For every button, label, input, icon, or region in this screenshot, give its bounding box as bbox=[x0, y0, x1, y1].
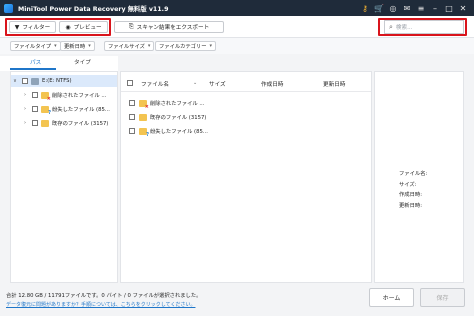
footer: 合計 12.80 GB / 11791ファイルです。0 バイト / 0 ファイル… bbox=[0, 283, 474, 316]
tree-node-drive[interactable]: ∨ E:(E: NTFS) bbox=[11, 75, 117, 87]
preview-size-label: サイズ: bbox=[399, 182, 417, 188]
row-checkbox[interactable] bbox=[129, 114, 135, 120]
tree-node-label: 紛失したファイル (85... bbox=[52, 107, 110, 113]
preview-button[interactable]: ◉ プレビュー bbox=[59, 21, 108, 33]
tree-node-label: E:(E: NTFS) bbox=[42, 78, 72, 84]
column-size[interactable]: サイズ bbox=[209, 80, 226, 88]
file-list-header: ファイル名 ⌄ サイズ 作成日時 更新日時 bbox=[121, 72, 371, 92]
chevron-right-icon[interactable]: › bbox=[21, 120, 29, 126]
file-size-label: ファイルサイズ bbox=[108, 44, 145, 50]
preview-created-label: 作成日時: bbox=[399, 192, 422, 198]
title-bar: MiniTool Power Data Recovery 無料版 v11.9 ⚷… bbox=[0, 0, 474, 16]
file-category-dropdown[interactable]: ファイルカテゴリー ▾ bbox=[155, 41, 217, 51]
eye-icon: ◉ bbox=[65, 23, 71, 31]
chevron-right-icon[interactable]: › bbox=[21, 106, 29, 112]
cart-icon[interactable]: 🛒 bbox=[372, 0, 386, 16]
folder-icon bbox=[41, 119, 49, 127]
mail-icon[interactable]: ✉ bbox=[400, 0, 414, 16]
folder-tree: ∨ E:(E: NTFS) › 削除されたファイル ... › 紛失したファイル… bbox=[10, 71, 118, 283]
active-tab-indicator bbox=[10, 68, 56, 70]
chevron-down-icon: ▾ bbox=[209, 43, 213, 49]
search-icon: ⌕ bbox=[389, 22, 393, 31]
list-item[interactable]: 紛失したファイル (85... bbox=[127, 125, 208, 138]
select-all-checkbox[interactable] bbox=[127, 80, 133, 86]
tree-node-label: 既存のファイル (3157) bbox=[52, 121, 109, 127]
sort-icon[interactable]: ⌄ bbox=[193, 80, 197, 86]
modified-date-dropdown[interactable]: 更新日時 ▾ bbox=[60, 41, 95, 51]
lost-folder-icon bbox=[139, 127, 149, 138]
tree-checkbox[interactable] bbox=[32, 92, 38, 98]
deleted-folder-icon bbox=[41, 91, 51, 102]
row-checkbox[interactable] bbox=[129, 100, 135, 106]
search-placeholder: 検索... bbox=[395, 25, 413, 31]
toolbar: ▼ フィルター ◉ プレビュー ⎘ スキャン結果をエクスポート ⌕ 検索... bbox=[0, 16, 474, 38]
tree-node-deleted[interactable]: › 削除されたファイル ... bbox=[21, 89, 107, 102]
column-name[interactable]: ファイル名 bbox=[141, 80, 169, 88]
funnel-icon: ▼ bbox=[14, 23, 20, 31]
key-icon[interactable]: ⚷ bbox=[358, 0, 372, 16]
export-results-button[interactable]: ⎘ スキャン結果をエクスポート bbox=[114, 21, 224, 33]
tab-path[interactable]: パス bbox=[30, 58, 41, 66]
list-item-label: 紛失したファイル (85... bbox=[150, 129, 208, 135]
file-size-dropdown[interactable]: ファイルサイズ ▾ bbox=[104, 41, 155, 51]
app-logo-icon bbox=[4, 3, 13, 13]
filter-label: フィルター bbox=[22, 25, 51, 31]
menu-icon[interactable]: ≡ bbox=[414, 0, 428, 16]
drive-icon bbox=[31, 77, 39, 85]
preview-filename-label: ファイル名: bbox=[399, 171, 428, 177]
tree-node-existing[interactable]: › 既存のファイル (3157) bbox=[21, 117, 108, 129]
view-tabs: パス タイプ bbox=[0, 56, 118, 71]
save-button[interactable]: 保存 bbox=[420, 288, 465, 307]
chevron-down-icon: ▾ bbox=[88, 43, 91, 49]
tree-node-label: 削除されたファイル ... bbox=[52, 93, 107, 99]
chevron-down-icon: ▾ bbox=[147, 43, 151, 49]
tab-type[interactable]: タイプ bbox=[74, 58, 91, 66]
filter-row: ファイルタイプ ▾ 更新日時 ▾ ファイルサイズ ▾ ファイルカテゴリー ▾ bbox=[0, 38, 474, 54]
preview-pane: ファイル名: サイズ: 作成日時: 更新日時: bbox=[374, 71, 464, 283]
list-item[interactable]: 削除されたファイル ... bbox=[127, 97, 205, 110]
help-link[interactable]: データ復元に問題がありますか？手順については、こちらをクリックしてください。 bbox=[6, 301, 195, 308]
search-input[interactable]: ⌕ 検索... bbox=[384, 20, 464, 34]
file-type-label: ファイルタイプ bbox=[14, 44, 52, 50]
list-item-label: 削除されたファイル ... bbox=[150, 101, 205, 107]
file-list: ファイル名 ⌄ サイズ 作成日時 更新日時 削除されたファイル ... 既存のフ… bbox=[120, 71, 372, 283]
export-label: スキャン結果をエクスポート bbox=[136, 25, 210, 31]
maximize-icon[interactable]: □ bbox=[442, 0, 456, 16]
headset-icon[interactable]: ◎ bbox=[386, 0, 400, 16]
export-icon: ⎘ bbox=[128, 23, 134, 30]
file-type-dropdown[interactable]: ファイルタイプ ▾ bbox=[10, 41, 61, 51]
chevron-down-icon: ▾ bbox=[54, 43, 57, 49]
file-category-label: ファイルカテゴリー bbox=[159, 44, 207, 50]
scan-summary: 合計 12.80 GB / 11791ファイルです。0 バイト / 0 ファイル… bbox=[6, 293, 202, 299]
preview-label: プレビュー bbox=[73, 25, 102, 31]
tree-checkbox[interactable] bbox=[32, 106, 38, 112]
row-checkbox[interactable] bbox=[129, 128, 135, 134]
close-icon[interactable]: ✕ bbox=[456, 0, 470, 16]
deleted-folder-icon bbox=[139, 99, 149, 110]
tree-checkbox[interactable] bbox=[32, 120, 38, 126]
home-button[interactable]: ホーム bbox=[369, 288, 414, 307]
window-title: MiniTool Power Data Recovery 無料版 v11.9 bbox=[18, 5, 169, 13]
chevron-right-icon[interactable]: › bbox=[21, 92, 29, 98]
minimize-icon[interactable]: – bbox=[428, 0, 442, 16]
preview-modified-label: 更新日時: bbox=[399, 203, 422, 209]
lost-folder-icon bbox=[41, 105, 51, 116]
tree-checkbox[interactable] bbox=[22, 78, 28, 84]
modified-date-label: 更新日時 bbox=[64, 44, 86, 50]
list-item[interactable]: 既存のファイル (3157) bbox=[127, 111, 206, 123]
list-item-label: 既存のファイル (3157) bbox=[150, 115, 207, 121]
title-bar-controls: ⚷ 🛒 ◎ ✉ ≡ – □ ✕ bbox=[358, 0, 470, 16]
folder-icon bbox=[139, 113, 147, 121]
column-created[interactable]: 作成日時 bbox=[261, 80, 283, 88]
filter-button[interactable]: ▼ フィルター bbox=[9, 21, 56, 33]
chevron-down-icon[interactable]: ∨ bbox=[11, 78, 19, 84]
column-modified[interactable]: 更新日時 bbox=[323, 80, 345, 88]
tree-node-lost[interactable]: › 紛失したファイル (85... bbox=[21, 103, 110, 116]
